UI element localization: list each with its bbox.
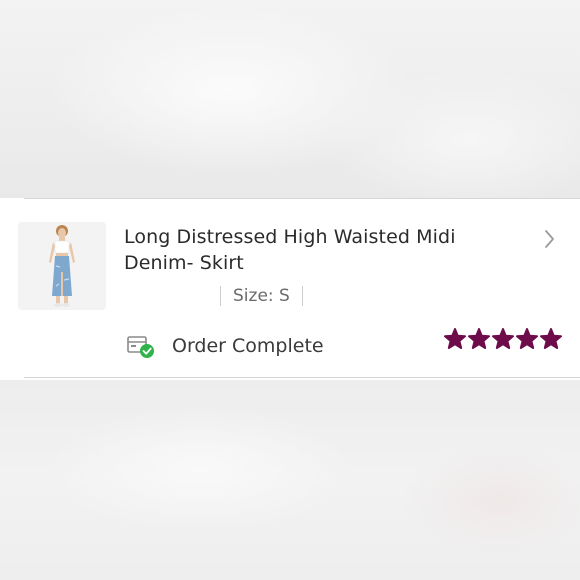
product-photo-icon bbox=[18, 222, 106, 310]
product-title[interactable]: Long Distressed High Waisted Midi Denim-… bbox=[124, 224, 524, 276]
star-icon bbox=[516, 328, 538, 349]
product-thumbnail[interactable] bbox=[18, 222, 106, 310]
separator bbox=[220, 286, 221, 306]
divider bbox=[24, 377, 580, 378]
divider bbox=[24, 198, 580, 199]
package-check-icon bbox=[127, 336, 154, 358]
blurred-background-bottom bbox=[0, 380, 580, 580]
order-status: Order Complete bbox=[126, 333, 324, 359]
separator bbox=[301, 286, 303, 306]
rating-stars bbox=[444, 328, 564, 350]
order-item-card[interactable]: Long Distressed High Waisted Midi Denim-… bbox=[0, 198, 580, 380]
size-label: Size: S bbox=[233, 286, 290, 306]
order-status-text: Order Complete bbox=[172, 335, 324, 357]
star-icon bbox=[492, 328, 514, 349]
chevron-right-icon[interactable] bbox=[540, 228, 558, 250]
star-icon bbox=[444, 328, 466, 349]
star-icon bbox=[540, 328, 562, 349]
product-attributes: Size: S bbox=[208, 285, 315, 307]
blurred-background-top bbox=[0, 0, 580, 198]
star-icon bbox=[468, 328, 490, 349]
